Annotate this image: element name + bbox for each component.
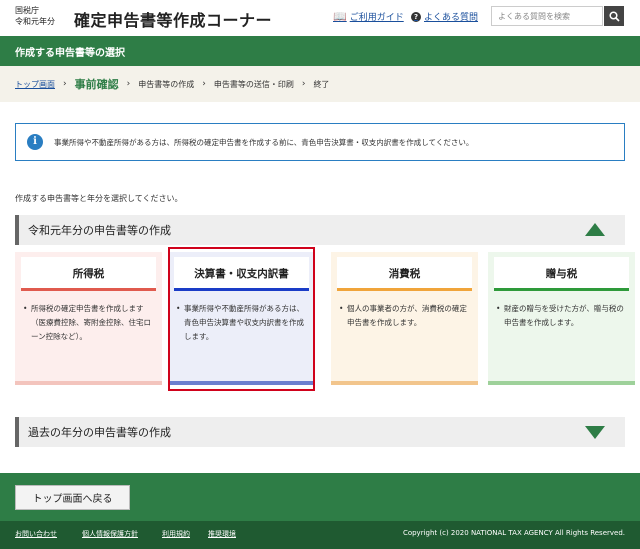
card-bottom-border [488, 381, 635, 385]
card-description-text: 個人の事業者の方が、消費税の確定申告書を作成します。 [347, 304, 467, 327]
chevron-right-icon: › [301, 79, 306, 89]
info-icon: i [27, 134, 43, 150]
agency-line2: 令和元年分 [15, 17, 55, 26]
chevron-right-icon: › [202, 79, 206, 89]
card-label[interactable]: 贈与税 [494, 266, 629, 281]
info-notice: i 事業所得や不動産所得がある方は、所得税の確定申告書を作成する前に、青色申告決… [15, 123, 625, 161]
faq-link-label[interactable]: よくある質問 [424, 10, 478, 23]
breadcrumb-step: 申告書等の作成 [138, 79, 195, 89]
select-prompt: 作成する申告書等と年分を選択してください。 [15, 194, 183, 203]
page-title-bar: 作成する申告書等の選択 [0, 36, 640, 66]
expand-triangle-icon[interactable] [585, 426, 605, 439]
card-bottom-border [168, 381, 315, 385]
card-description: • 個人の事業者の方が、消費税の確定申告書を作成します。 [339, 302, 467, 330]
card-accent-line [21, 288, 156, 291]
card-header[interactable]: 所得税 [21, 257, 156, 291]
info-text: 事業所得や不動産所得がある方は、所得税の確定申告書を作成する前に、青色申告決算書… [54, 137, 474, 147]
question-icon: ? [411, 11, 421, 22]
card-description: • 事業所得や不動産所得がある方は、青色申告決算書や収支内訳書を作成します。 [176, 302, 304, 344]
card-label[interactable]: 所得税 [21, 266, 156, 281]
card-description-text: 財産の贈与を受けた方が、贈与税の申告書を作成します。 [504, 304, 624, 327]
card-financial-statement[interactable]: 決算書・収支内訳書 • 事業所得や不動産所得がある方は、青色申告決算書や収支内訳… [168, 252, 315, 385]
breadcrumb-home-link[interactable]: トップ画面 [15, 79, 55, 90]
chevron-right-icon: › [126, 79, 131, 89]
site-title[interactable]: 確定申告書等作成コーナー [74, 7, 272, 31]
past-year-section-title: 過去の年分の申告書等の作成 [28, 426, 171, 439]
card-description: • 所得税の確定申告書を作成します（医療費控除、寄附金控除、住宅ローン控除など）… [23, 302, 151, 344]
footer-link-environment[interactable]: 推奨環境 [208, 529, 236, 539]
current-year-section-title: 令和元年分の申告書等の作成 [28, 224, 171, 237]
footer-link-privacy[interactable]: 個人情報保護方針 [82, 529, 138, 539]
footer-link-terms[interactable]: 利用規約 [162, 529, 190, 539]
card-header[interactable]: 贈与税 [494, 257, 629, 291]
card-accent-line [174, 288, 309, 291]
card-label[interactable]: 決算書・収支内訳書 [174, 266, 309, 281]
chevron-right-icon: › [63, 79, 67, 89]
breadcrumb-current: 事前確認 [74, 78, 119, 91]
copyright: Copyright (c) 2020 NATIONAL TAX AGENCY A… [402, 529, 625, 537]
search-icon [608, 10, 620, 22]
breadcrumb: トップ画面 › 事前確認 › 申告書等の作成 › 申告書等の送信・印刷 › 終了 [0, 66, 640, 102]
guide-link[interactable]: 📖 ご利用ガイド [333, 10, 404, 23]
bullet-icon: • [176, 304, 181, 313]
card-gift-tax[interactable]: 贈与税 • 財産の贈与を受けた方が、贈与税の申告書を作成します。 [488, 252, 635, 385]
breadcrumb-step: 申告書等の送信・印刷 [213, 79, 294, 89]
page-title: 作成する申告書等の選択 [15, 48, 125, 59]
collapse-triangle-icon[interactable] [585, 223, 605, 236]
card-description-text: 事業所得や不動産所得がある方は、青色申告決算書や収支内訳書を作成します。 [184, 304, 304, 341]
bullet-icon: • [339, 304, 344, 313]
breadcrumb-step: 終了 [313, 79, 330, 89]
card-bottom-border [331, 381, 478, 385]
agency-name: 国税庁 令和元年分 [15, 5, 55, 27]
agency-line1: 国税庁 [15, 6, 39, 15]
card-consumption-tax[interactable]: 消費税 • 個人の事業者の方が、消費税の確定申告書を作成します。 [331, 252, 478, 385]
card-header[interactable]: 決算書・収支内訳書 [174, 257, 309, 291]
card-description: • 財産の贈与を受けた方が、贈与税の申告書を作成します。 [496, 302, 624, 330]
card-description-text: 所得税の確定申告書を作成します（医療費控除、寄附金控除、住宅ローン控除など）。 [31, 304, 151, 341]
search-input[interactable] [491, 6, 603, 26]
search-button[interactable] [604, 6, 624, 26]
book-icon: 📖 [333, 10, 347, 23]
back-to-top-button[interactable]: トップ画面へ戻る [15, 485, 130, 510]
current-year-section-header[interactable]: 令和元年分の申告書等の作成 [15, 215, 625, 245]
bullet-icon: • [496, 304, 501, 313]
bullet-icon: • [23, 304, 28, 313]
card-accent-line [494, 288, 629, 291]
card-accent-line [337, 288, 472, 291]
footer-link-contact[interactable]: お問い合わせ [15, 529, 57, 539]
faq-link[interactable]: ? よくある質問 [411, 10, 478, 23]
guide-link-label[interactable]: ご利用ガイド [350, 10, 404, 23]
site-header: 国税庁 令和元年分 確定申告書等作成コーナー 📖 ご利用ガイド ? よくある質問 [0, 0, 640, 36]
card-header[interactable]: 消費税 [337, 257, 472, 291]
past-year-section-header[interactable]: 過去の年分の申告書等の作成 [15, 417, 625, 447]
card-bottom-border [15, 381, 162, 385]
card-label[interactable]: 消費税 [337, 266, 472, 281]
card-income-tax[interactable]: 所得税 • 所得税の確定申告書を作成します（医療費控除、寄附金控除、住宅ローン控… [15, 252, 162, 385]
